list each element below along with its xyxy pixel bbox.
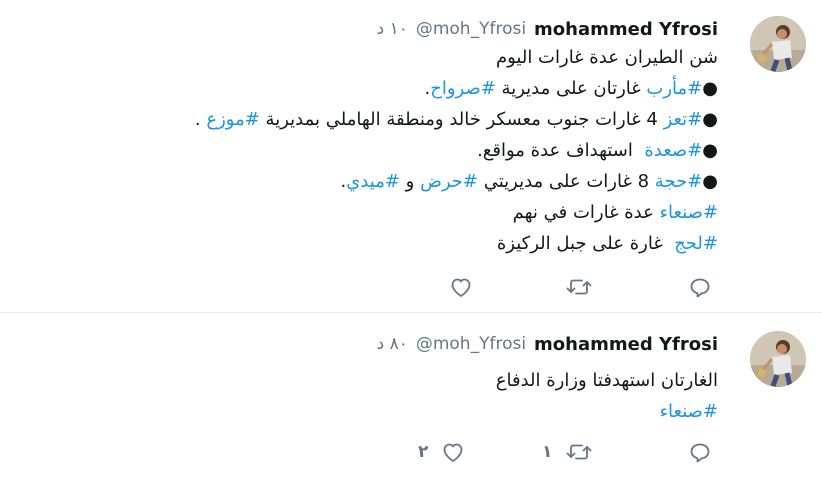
reply-icon (690, 278, 710, 298)
hashtag-link[interactable]: #حرض (420, 171, 478, 192)
timestamp[interactable]: ١٠ د (377, 19, 408, 39)
hashtag-link[interactable]: #صنعاء (660, 401, 718, 422)
tweet-actions (0, 272, 822, 302)
tweet-line: #صنعاء (78, 396, 718, 427)
text-segment: استهداف عدة مواقع. (477, 140, 645, 161)
text-segment: و (399, 171, 421, 192)
timeline: ١٠ د @moh_Yfrosi mohammed Yfrosi شن الطي… (0, 0, 822, 484)
text-segment: الغارتان استهدفتا وزارة الدفاع (495, 370, 718, 391)
tweet-line: #لحج غارة على جبل الركيزة (78, 228, 718, 259)
retweet-button[interactable]: ١ (542, 437, 592, 467)
tweet[interactable]: ١٠ د @moh_Yfrosi mohammed Yfrosi شن الطي… (0, 0, 822, 313)
retweet-icon (566, 444, 592, 460)
hashtag-link[interactable]: #موزع (206, 109, 259, 130)
bullet: ● (702, 171, 718, 192)
tweet-text: الغارتان استهدفتا وزارة الدفاع #صنعاء (78, 365, 718, 427)
avatar[interactable] (750, 331, 806, 387)
reply-button[interactable] (688, 437, 712, 467)
reply-button[interactable] (688, 272, 712, 302)
retweet-count: ١ (542, 442, 553, 462)
hashtag-link[interactable]: #لحج (674, 233, 718, 254)
author-handle[interactable]: @moh_Yfrosi (416, 19, 526, 39)
hashtag-link[interactable]: #تعز (664, 109, 703, 130)
heart-icon (443, 443, 463, 462)
tweet-line: شن الطيران عدة غارات اليوم (78, 42, 718, 73)
text-segment: غارة على جبل الركيزة (496, 233, 675, 254)
tweet[interactable]: ٨٠ د @moh_Yfrosi mohammed Yfrosi الغارتا… (0, 313, 822, 484)
author-handle[interactable]: @moh_Yfrosi (416, 334, 526, 354)
tweet-line: ●#حجة 8 غارات على مديريتي #حرض و #ميدي. (78, 166, 718, 197)
author-name[interactable]: mohammed Yfrosi (534, 19, 718, 40)
hashtag-link[interactable]: #حجة (655, 171, 702, 192)
tweet-header: ١٠ د @moh_Yfrosi mohammed Yfrosi (377, 16, 718, 42)
like-button[interactable]: ٢ (418, 437, 466, 467)
bullet: ● (702, 78, 718, 99)
hashtag-link[interactable]: #ميدي (346, 171, 400, 192)
text-segment: . (194, 109, 207, 130)
tweet-line: الغارتان استهدفتا وزارة الدفاع (78, 365, 718, 396)
text-segment: غارتان على مديرية (495, 78, 647, 99)
text-segment: عدة غارات في نهم (512, 202, 660, 223)
like-count: ٢ (418, 442, 429, 462)
tweet-line: ●#مأرب غارتان على مديرية #صرواح. (78, 73, 718, 104)
bullet: ● (702, 109, 718, 130)
avatar[interactable] (750, 16, 806, 72)
tweet-line: ●#تعز 4 غارات جنوب معسكر خالد ومنطقة اله… (78, 104, 718, 135)
retweet-button[interactable] (566, 272, 592, 302)
tweet-line: #صنعاء عدة غارات في نهم (78, 197, 718, 228)
tweet-line: ●#صعدة استهداف عدة مواقع. (78, 135, 718, 166)
text-segment: 8 غارات على مديريتي (478, 171, 655, 192)
retweet-icon (566, 279, 592, 295)
hashtag-link[interactable]: #مأرب (646, 78, 702, 99)
tweet-actions: ١ ٢ (0, 437, 822, 467)
text-segment: شن الطيران عدة غارات اليوم (495, 47, 718, 68)
hashtag-link[interactable]: #صنعاء (660, 202, 718, 223)
hashtag-link[interactable]: #صعدة (644, 140, 702, 161)
bullet: ● (702, 140, 718, 161)
reply-icon (690, 443, 710, 463)
tweet-text: شن الطيران عدة غارات اليوم ●#مأرب غارتان… (78, 42, 718, 259)
timestamp[interactable]: ٨٠ د (377, 334, 408, 354)
like-button[interactable] (448, 272, 474, 302)
text-segment: 4 غارات جنوب معسكر خالد ومنطقة الهاملي ب… (259, 109, 664, 130)
tweet-header: ٨٠ د @moh_Yfrosi mohammed Yfrosi (377, 331, 718, 357)
author-name[interactable]: mohammed Yfrosi (534, 334, 718, 355)
hashtag-link[interactable]: #صرواح (430, 78, 496, 99)
avatar-photo (750, 331, 806, 387)
avatar-photo (750, 16, 806, 72)
heart-icon (451, 278, 471, 297)
